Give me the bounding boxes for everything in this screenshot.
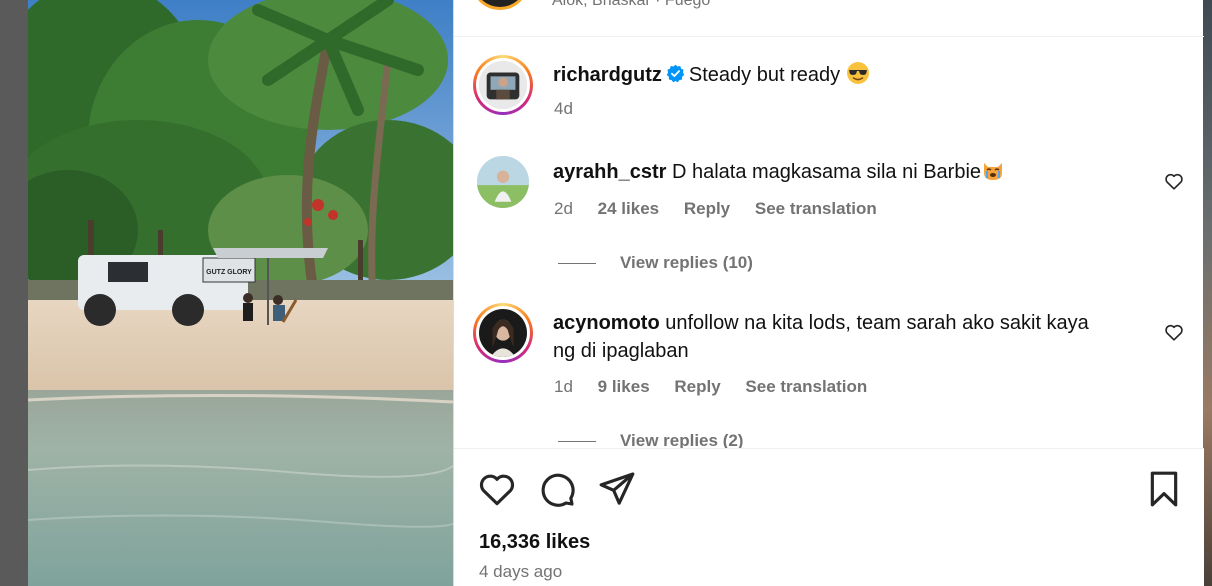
commenter-avatar[interactable] — [475, 154, 531, 210]
comment-like-heart-icon[interactable] — [1163, 170, 1185, 192]
view-replies-button[interactable]: View replies (10) — [620, 253, 753, 273]
modal-backdrop-left[interactable] — [0, 0, 28, 586]
post-photo[interactable]: GUTZ GLORY — [28, 0, 453, 586]
instagram-post-modal: GUTZ GLORY Alok, Bhaskar · Fuego richard… — [0, 0, 1212, 586]
caption-timestamp[interactable]: 4d — [554, 99, 573, 118]
sunglasses-emoji-icon — [846, 62, 869, 84]
comment-text: D halata magkasama sila ni Barbie — [671, 161, 982, 183]
see-translation-button[interactable]: See translation — [755, 199, 877, 218]
comment-timestamp[interactable]: 2d — [554, 199, 573, 218]
comment-like-heart-icon[interactable] — [1163, 321, 1185, 343]
view-replies-divider — [558, 441, 596, 442]
post-likes-count[interactable]: 16,336 likes — [479, 531, 590, 554]
heart-icon[interactable] — [477, 469, 517, 509]
avatar-image — [479, 309, 527, 357]
comment-timestamp[interactable]: 1d — [554, 377, 573, 396]
reply-button[interactable]: Reply — [684, 199, 730, 218]
previous-caption-strip: Alok, Bhaskar · Fuego — [454, 0, 1204, 37]
comment-username[interactable]: ayrahh_cstr — [553, 161, 666, 183]
caption-text: Steady but ready — [688, 64, 841, 86]
commenter-avatar[interactable] — [473, 303, 533, 363]
photo-sign-text: GUTZ GLORY — [206, 269, 252, 276]
post-detail-panel: Alok, Bhaskar · Fuego richardgutz Steady … — [453, 0, 1204, 586]
comment-text-line: acynomoto unfollow na kita lods, team sa… — [553, 309, 1089, 337]
post-author-avatar[interactable] — [473, 55, 533, 115]
caption-age: 4d — [554, 99, 593, 119]
verified-badge-icon — [666, 64, 685, 83]
post-timestamp[interactable]: 4 days ago — [479, 562, 562, 582]
comment-text-line-2: ng di ipaglaban — [553, 340, 689, 362]
comment-text: unfollow na kita lods, team sarah ako sa… — [665, 312, 1089, 334]
bookmark-icon[interactable] — [1144, 469, 1184, 509]
crying-cat-emoji-icon — [984, 163, 1003, 180]
comment-likes[interactable]: 9 likes — [598, 377, 650, 396]
share-icon[interactable] — [597, 469, 637, 509]
modal-backdrop-right[interactable] — [1203, 0, 1212, 586]
comment-meta: 1d 9 likes Reply See translation — [554, 377, 887, 397]
avatar-image — [479, 61, 527, 109]
caption-line: richardgutz Steady but ready — [553, 61, 870, 89]
view-replies-divider — [558, 263, 596, 264]
post-action-bar: 16,336 likes 4 days ago — [454, 448, 1204, 586]
header-partial-text: Alok, Bhaskar · Fuego — [552, 0, 711, 9]
comment-username[interactable]: acynomoto — [553, 312, 660, 334]
avatar[interactable] — [474, 0, 526, 10]
see-translation-button[interactable]: See translation — [745, 377, 867, 396]
comment-likes[interactable]: 24 likes — [598, 199, 659, 218]
avatar-image — [477, 156, 529, 208]
reply-button[interactable]: Reply — [674, 377, 720, 396]
comment-text-line: ayrahh_cstr D halata magkasama sila ni B… — [553, 158, 1005, 186]
post-author-username[interactable]: richardgutz — [553, 64, 662, 86]
comment-meta: 2d 24 likes Reply See translation — [554, 199, 897, 219]
comment-icon[interactable] — [537, 469, 577, 509]
